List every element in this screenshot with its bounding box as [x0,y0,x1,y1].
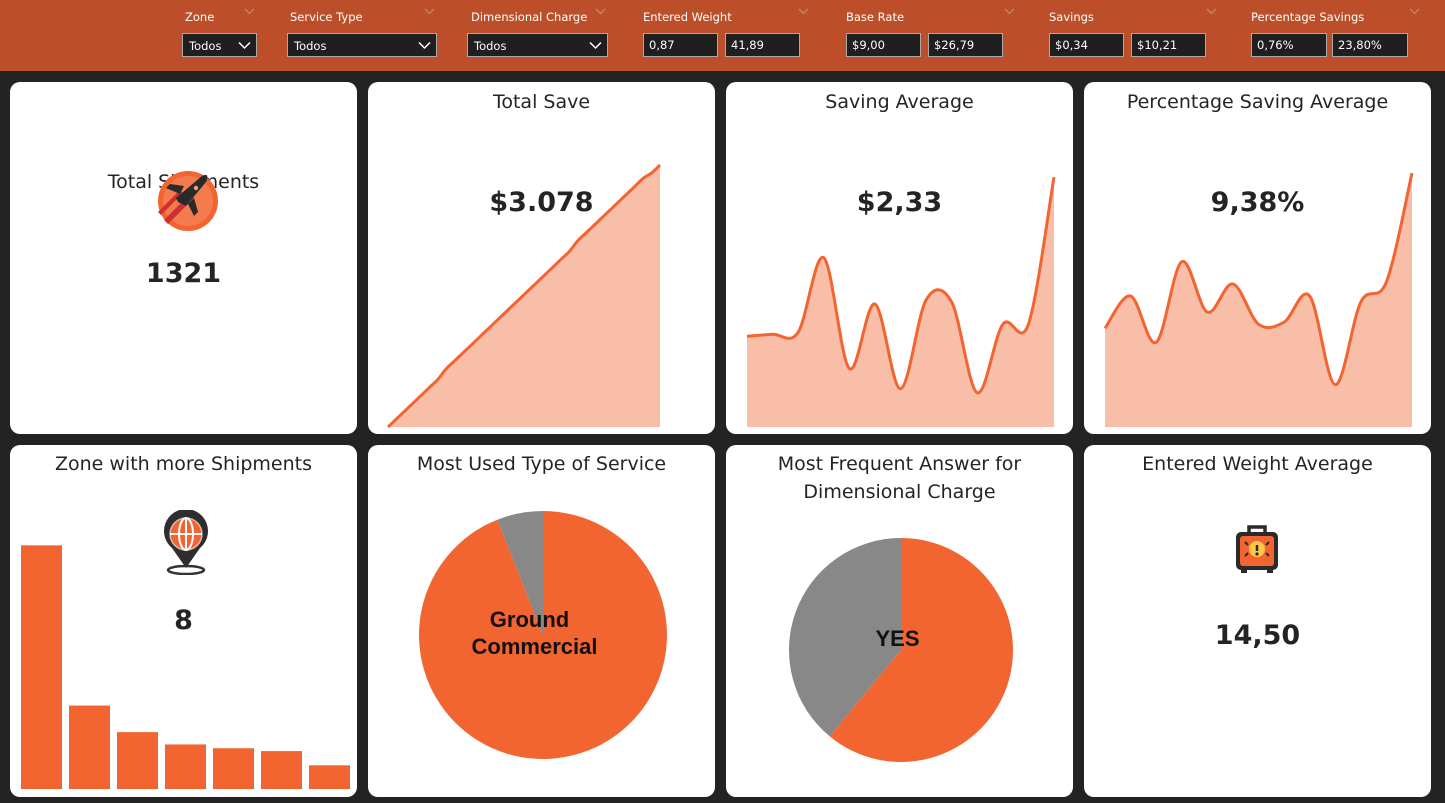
pie-label-line2: Commercial [471,634,598,659]
dimensional-charge-pie-chart [789,538,1013,762]
entered-weight-average-card: Entered Weight Average 14,50 [1084,445,1431,797]
chevron-down-icon[interactable] [1004,6,1015,17]
card-title: Entered Weight Average [1142,453,1373,475]
bar [117,732,158,789]
service-type-dropdown[interactable]: Todos [287,33,437,57]
pie-label-line1: Ground [489,607,570,632]
percentage-saving-average-value: 9,38% [1210,187,1305,218]
zone-more-shipments-value: 8 [174,605,193,636]
pie-center-label: Ground Commercial [368,606,703,660]
bar [165,744,206,789]
savings-filter: Savings $0,34 $10,21 [1049,0,1217,71]
chevron-down-icon[interactable] [1409,6,1420,17]
zone-filter-label: Zone [185,10,215,24]
total-shipments-value: 1321 [145,258,222,289]
service-type-dropdown-value: Todos [294,39,327,53]
zone-dropdown-value: Todos [189,39,222,53]
percentage-savings-max-input[interactable]: 23,80% [1332,33,1408,57]
chevron-down-icon [418,41,431,50]
bar [21,545,62,789]
zone-dropdown[interactable]: Todos [182,33,257,57]
total-save-card: Total Save $3.078 [368,82,715,434]
bar [213,748,254,789]
map-pin-globe-icon [164,510,208,575]
entered-weight-filter-label: Entered Weight [643,10,732,24]
saving-average-card: Saving Average $2,33 [726,82,1073,434]
percentage-savings-filter-label: Percentage Savings [1251,10,1365,24]
percentage-savings-min-input[interactable]: 0,76% [1251,33,1327,57]
service-type-filter: Service Type Todos [287,0,437,71]
bar [309,765,350,789]
base-rate-min-input[interactable]: $9,00 [846,33,921,57]
entered-weight-average-value: 14,50 [1214,620,1301,651]
entered-weight-min-input[interactable]: 0,87 [643,33,718,57]
base-rate-max-input[interactable]: $26,79 [928,33,1003,57]
dimensional-charge-filter: Dimensional Charge Todos [467,0,608,71]
chevron-down-icon[interactable] [424,6,435,17]
total-save-area-chart [386,163,662,429]
chevron-down-icon [238,41,251,50]
total-shipments-card: Total Shipments 1321 [10,82,357,434]
dimensional-charge-dropdown-value: Todos [474,39,507,53]
airplane-icon [158,171,218,231]
chevron-down-icon[interactable] [595,6,606,17]
zone-more-shipments-card: Zone with more Shipments 8 [10,445,357,797]
zone-filter: Zone Todos [182,0,257,71]
percentage-savings-filter: Percentage Savings 0,76% 23,80% [1251,0,1421,71]
dimensional-charge-answer-card: Most Frequent Answer for Dimensional Cha… [726,445,1073,797]
dimensional-charge-dropdown[interactable]: Todos [467,33,608,57]
percentage-saving-area-chart [1103,172,1414,427]
total-save-value: $3.078 [489,187,594,218]
service-type-filter-label: Service Type [290,10,363,24]
filter-bar: Zone Todos Service Type Todos Dimensiona… [0,0,1445,71]
base-rate-filter: Base Rate $9,00 $26,79 [846,0,1015,71]
bar [261,751,302,789]
entered-weight-filter: Entered Weight 0,87 41,89 [643,0,811,71]
chevron-down-icon[interactable] [1206,6,1217,17]
savings-min-input[interactable]: $0,34 [1049,33,1124,57]
dimensional-charge-filter-label: Dimensional Charge [471,10,588,24]
chevron-down-icon [589,41,602,50]
most-used-service-card: Most Used Type of Service Ground Commerc… [368,445,715,797]
bar [69,705,110,789]
pie-center-label: YES [875,626,920,651]
entered-weight-max-input[interactable]: 41,89 [725,33,800,57]
percentage-saving-average-card: Percentage Saving Average 9,38% [1084,82,1431,434]
luggage-scale-icon [1236,525,1278,573]
chevron-down-icon[interactable] [798,6,809,17]
base-rate-filter-label: Base Rate [846,10,905,24]
saving-average-area-chart [746,176,1056,427]
savings-max-input[interactable]: $10,21 [1131,33,1206,57]
saving-average-value: $2,33 [856,187,943,218]
chevron-down-icon[interactable] [244,6,255,17]
savings-filter-label: Savings [1049,10,1094,24]
